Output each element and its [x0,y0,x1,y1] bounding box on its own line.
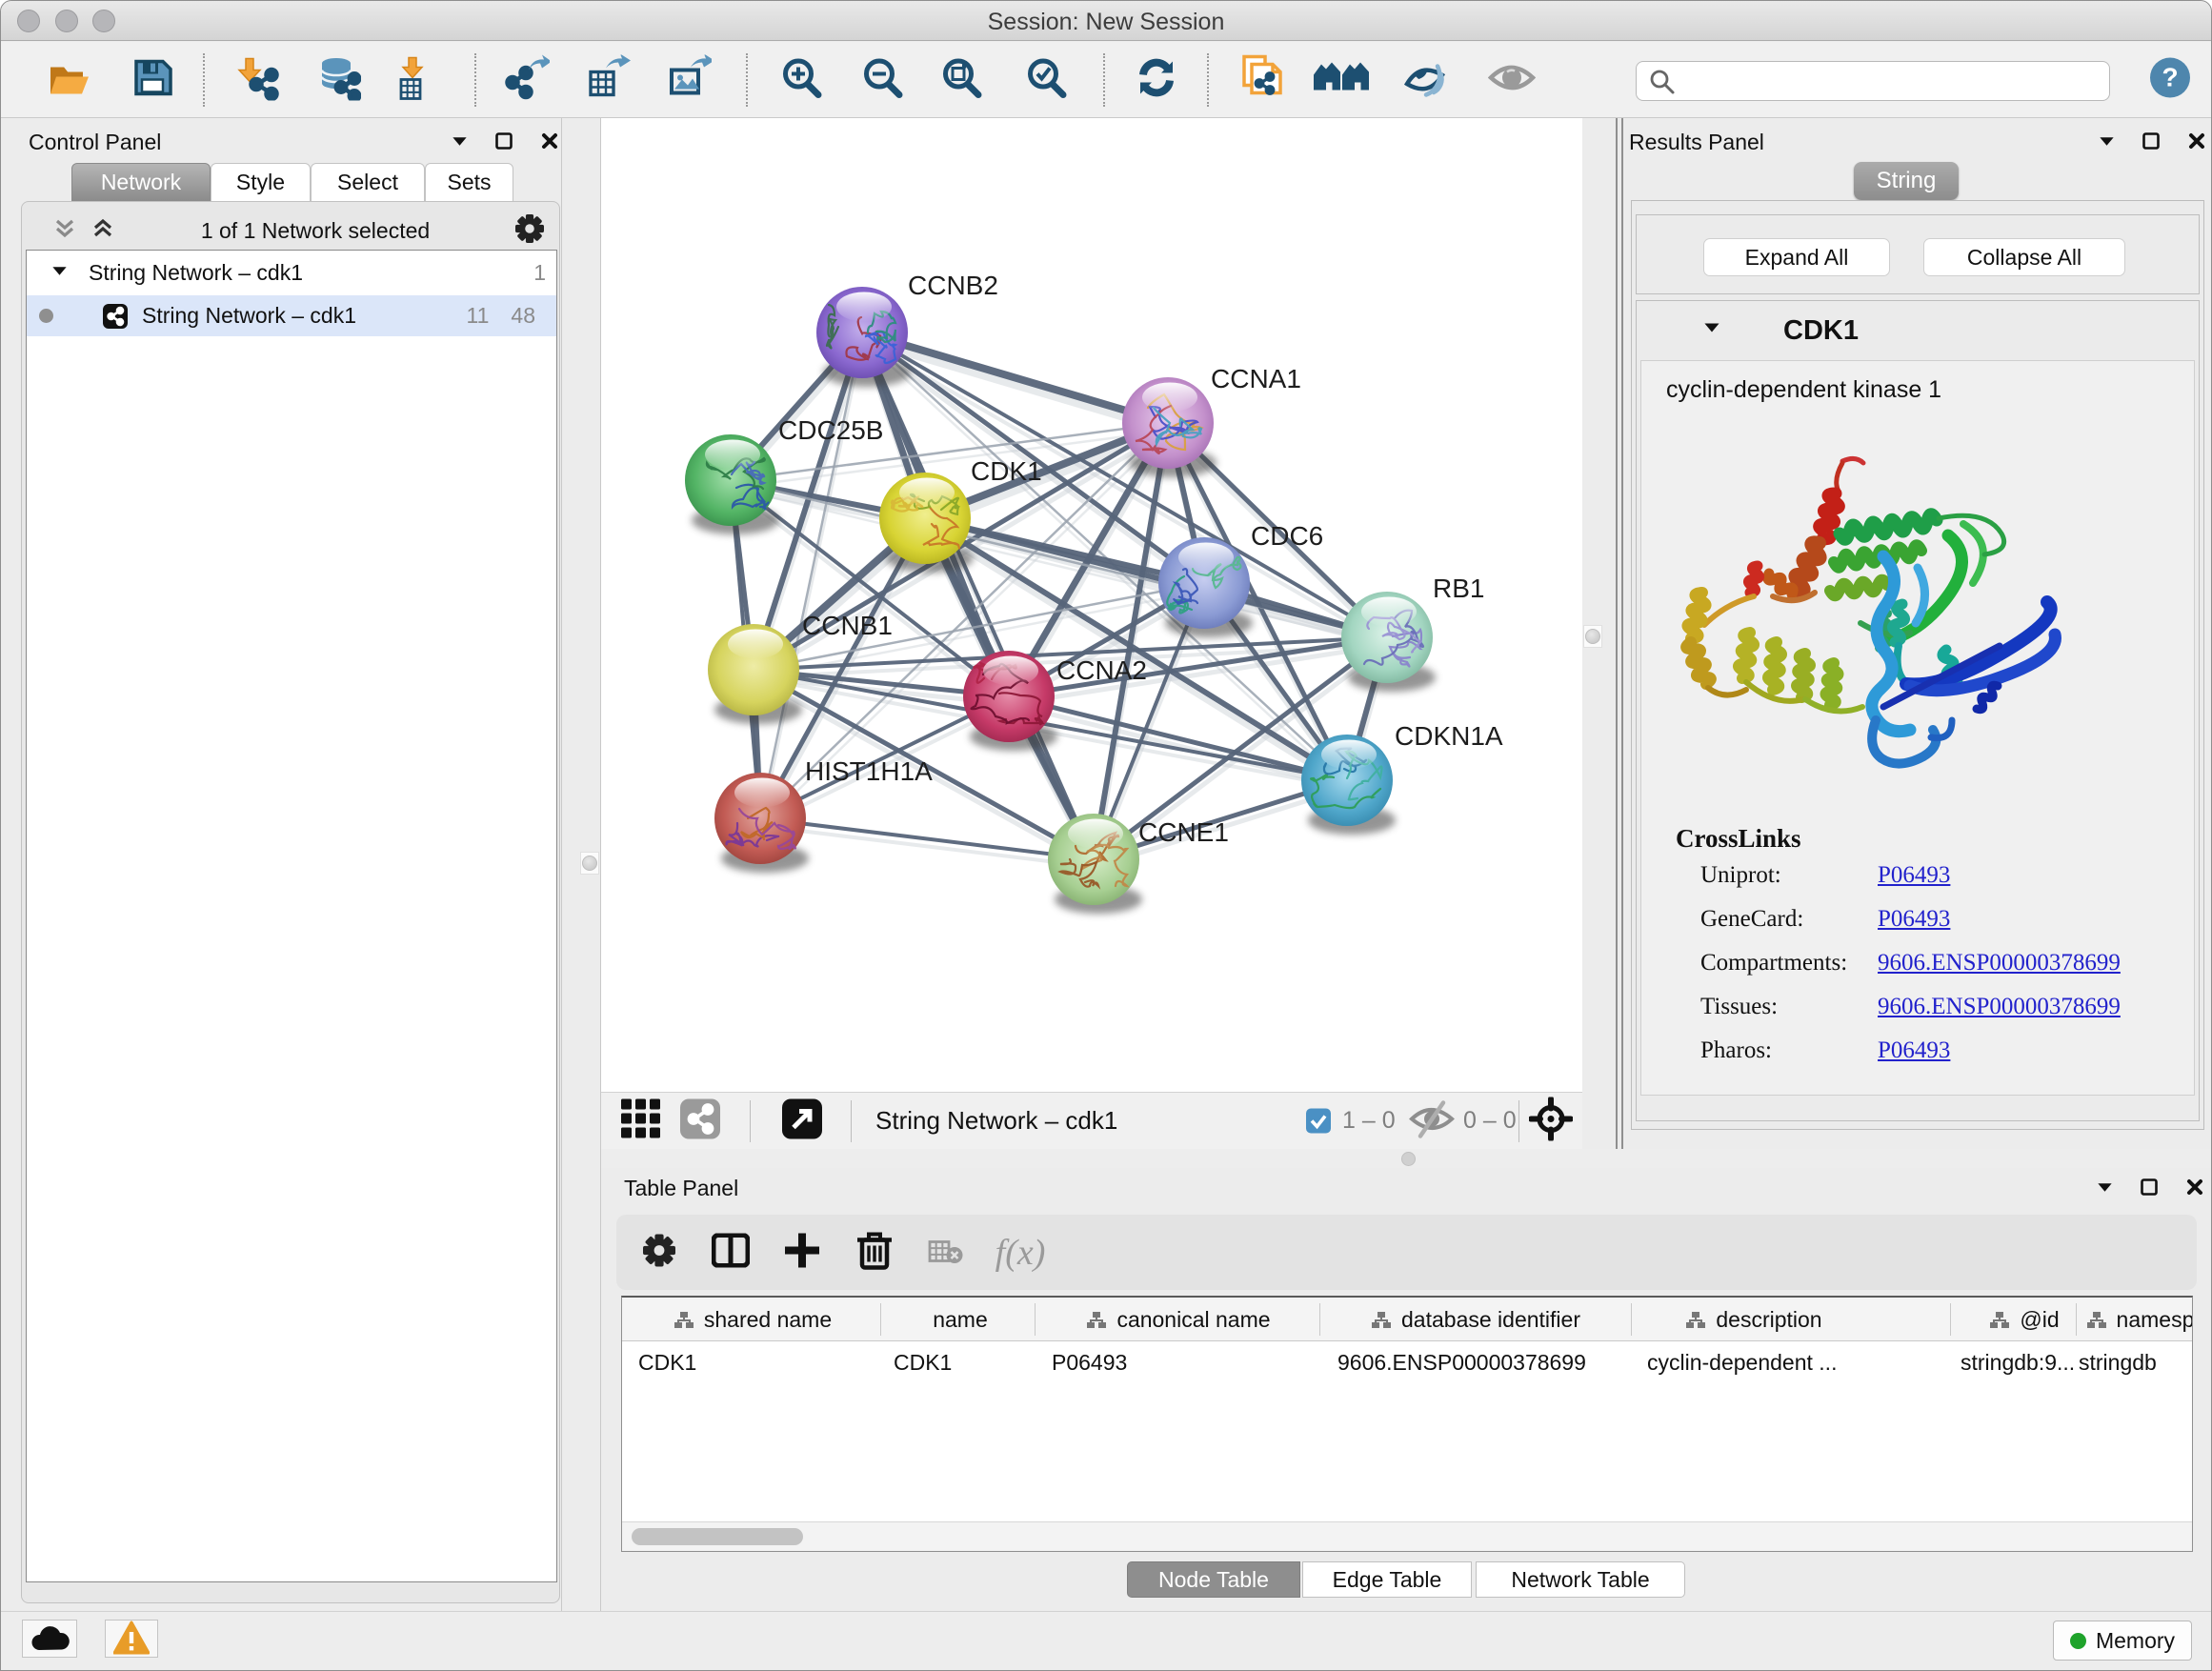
svg-text:CCNE1: CCNE1 [1138,817,1229,847]
svg-text:RB1: RB1 [1433,574,1484,603]
svg-text:HIST1H1A: HIST1H1A [805,756,933,786]
svg-text:CDKN1A: CDKN1A [1395,721,1503,751]
svg-text:CDK1: CDK1 [971,456,1042,486]
svg-text:?: ? [2162,62,2178,91]
svg-text:CCNA1: CCNA1 [1211,364,1301,393]
svg-text:CCNA2: CCNA2 [1056,655,1147,685]
svg-text:CCNB1: CCNB1 [802,611,893,640]
svg-text:CCNB2: CCNB2 [908,271,998,300]
svg-text:CDC6: CDC6 [1251,521,1323,551]
svg-text:CDC25B: CDC25B [778,415,883,445]
